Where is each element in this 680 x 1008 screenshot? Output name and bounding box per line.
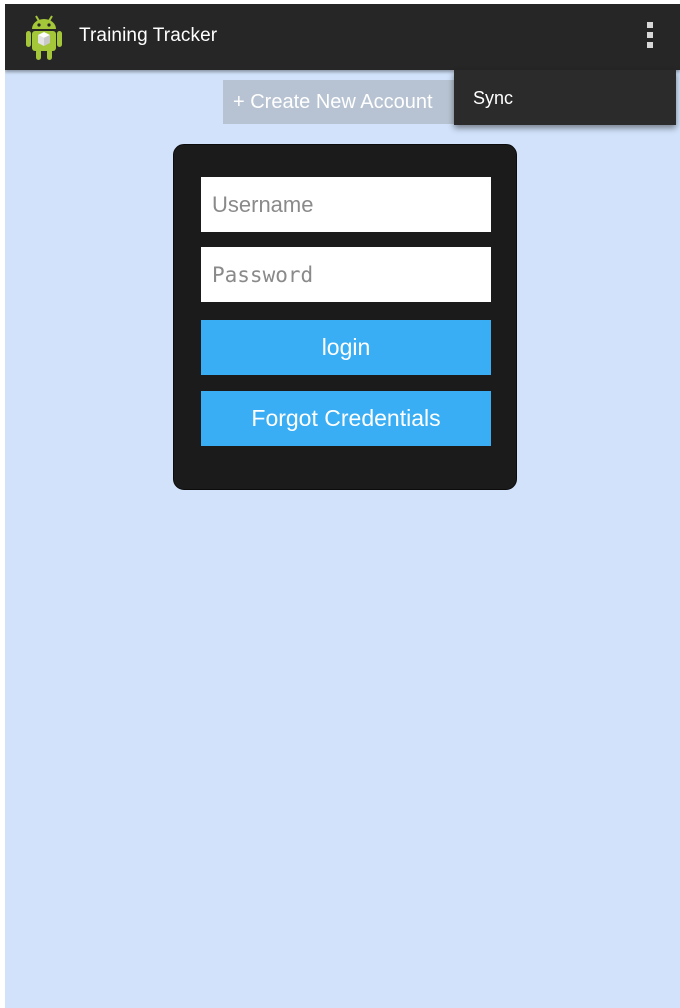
forgot-credentials-button[interactable]: Forgot Credentials [201, 391, 491, 446]
app-title: Training Tracker [79, 25, 218, 46]
overflow-menu-icon-dot [647, 32, 653, 38]
username-input[interactable] [201, 177, 491, 232]
menu-item-sync[interactable]: Sync [473, 88, 513, 109]
android-app-icon [26, 15, 62, 60]
action-bar: Training Tracker [5, 4, 680, 70]
overflow-menu-popup: Sync [454, 70, 676, 125]
overflow-menu-button[interactable] [635, 18, 665, 56]
overflow-menu-icon-dot [647, 42, 653, 48]
overflow-menu-icon [647, 22, 653, 28]
create-account-button[interactable]: + Create New Account [223, 80, 459, 124]
password-input[interactable] [201, 247, 491, 302]
login-button[interactable]: login [201, 320, 491, 375]
login-card: login Forgot Credentials [173, 144, 517, 490]
app-screen: Training Tracker + Create New Account Sy… [5, 4, 680, 1008]
